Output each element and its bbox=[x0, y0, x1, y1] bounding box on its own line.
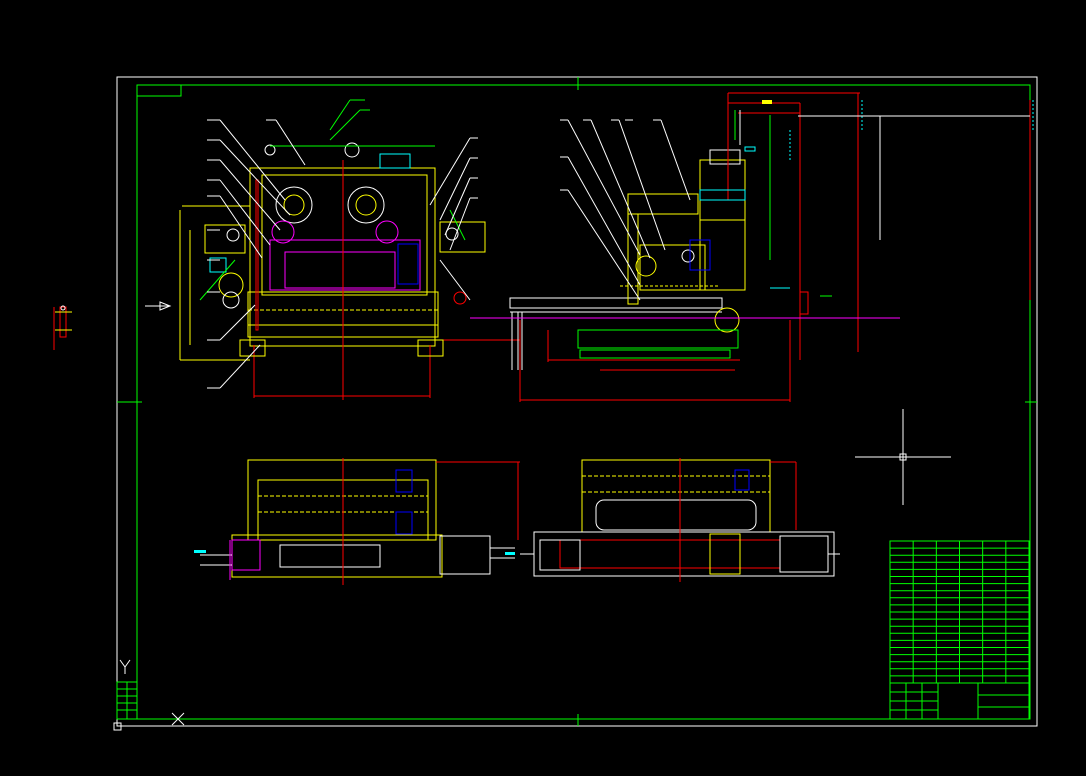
side-view-leaders bbox=[560, 110, 741, 301]
outer-border bbox=[116, 76, 1038, 727]
front-elevation-view bbox=[179, 99, 520, 400]
front-view-leaders bbox=[145, 119, 478, 389]
cad-model-space-canvas[interactable] bbox=[0, 0, 1086, 776]
inner-border bbox=[136, 84, 1031, 720]
detail-callout-left bbox=[53, 305, 72, 350]
title-block bbox=[889, 540, 1030, 720]
plan-view-left bbox=[194, 458, 520, 585]
binding-margin-table bbox=[116, 681, 138, 720]
plan-view-right bbox=[520, 458, 840, 582]
crosshair-cursor-icon bbox=[855, 409, 951, 505]
frame-corner-tab bbox=[136, 84, 182, 97]
drawing-frame bbox=[116, 76, 1038, 727]
side-elevation-view bbox=[470, 92, 1034, 402]
